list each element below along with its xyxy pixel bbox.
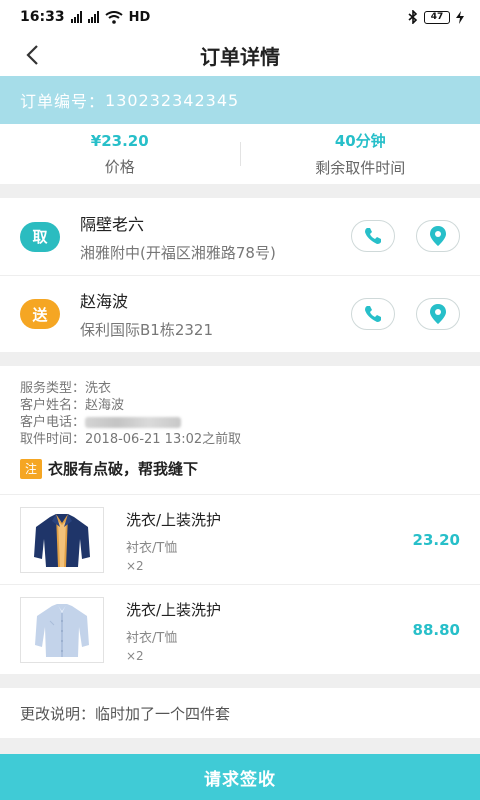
- customer-name: 客户姓名：赵海波: [20, 398, 125, 413]
- item-quantity: ×2: [126, 649, 144, 663]
- item-price: 23.20: [412, 531, 460, 549]
- order-number-label: 订单编号：: [20, 92, 106, 111]
- list-item: 洗衣/上装洗护 衬衣/T恤 ×2 88.80: [0, 584, 480, 674]
- customer-phone-row: 客户电话：: [20, 414, 460, 431]
- remaining-time-label: 剩余取件时间: [315, 159, 406, 177]
- customer-phone-label: 客户电话：: [20, 415, 86, 430]
- list-item: 洗衣/上装洗护 衬衣/T恤 ×2 23.20: [0, 494, 480, 584]
- order-details: 服务类型：洗衣 客户姓名：赵海波 客户电话： 取件时间：2018-06-21 1…: [0, 366, 480, 494]
- signal-icon: [87, 11, 99, 23]
- chevron-left-icon: [26, 45, 38, 65]
- order-stats: ¥23.20 价格 40分钟 剩余取件时间: [0, 124, 480, 184]
- pickup-badge: 取: [20, 221, 60, 252]
- note-text: 衣服有点破，帮我缝下: [48, 460, 199, 478]
- delivery-call-button[interactable]: [351, 298, 395, 330]
- customer-note: 注 衣服有点破，帮我缝下: [20, 458, 460, 479]
- pickup-call-button[interactable]: [351, 220, 395, 252]
- network-type: HD: [128, 9, 151, 25]
- service-type: 服务类型：洗衣: [20, 381, 112, 396]
- wifi-icon: [104, 10, 123, 24]
- status-time: 16:33: [20, 9, 65, 25]
- phone-icon: [365, 306, 381, 322]
- price-value: ¥23.20: [90, 131, 149, 150]
- item-name: 洗衣/上装洗护: [126, 601, 222, 619]
- back-button[interactable]: [18, 40, 46, 70]
- item-name: 洗衣/上装洗护: [126, 511, 222, 529]
- item-subtype: 衬衣/T恤: [126, 631, 178, 646]
- contacts-card: 取 隔壁老六 湘雅附中(开福区湘雅路78号) 送 赵海波 保利国际B1栋2321: [0, 198, 480, 352]
- shirt-image: [20, 597, 104, 663]
- pickup-time: 取件时间：2018-06-21 13:02之前取: [20, 432, 242, 447]
- delivery-contact: 送 赵海波 保利国际B1栋2321: [0, 275, 480, 352]
- change-note: 更改说明：临时加了一个四件套: [0, 688, 480, 738]
- pickup-name: 隔壁老六: [80, 214, 145, 234]
- pickup-contact: 取 隔壁老六 湘雅附中(开福区湘雅路78号): [0, 198, 480, 275]
- item-list: 洗衣/上装洗护 衬衣/T恤 ×2 23.20 洗衣/上装洗护 衬衣/T恤 ×2 …: [0, 494, 480, 674]
- phone-icon: [365, 228, 381, 244]
- delivery-badge: 送: [20, 299, 60, 329]
- item-price: 88.80: [412, 621, 460, 639]
- price-label: 价格: [104, 157, 135, 176]
- signal-icon: [70, 11, 82, 23]
- pickup-address: 湘雅附中(开福区湘雅路78号): [80, 243, 276, 262]
- order-number-bar: 订单编号： 130232342345: [0, 76, 480, 124]
- item-quantity: ×2: [126, 559, 144, 573]
- request-signoff-button[interactable]: 请求签收: [0, 754, 480, 800]
- charging-icon: [456, 10, 464, 24]
- remaining-time-value: 40分钟: [334, 132, 386, 150]
- battery-level: 47: [430, 12, 444, 22]
- delivery-name: 赵海波: [80, 292, 129, 311]
- location-pin-icon: [430, 226, 446, 246]
- nav-bar: 订单详情: [0, 34, 480, 76]
- location-pin-icon: [430, 304, 446, 324]
- delivery-address: 保利国际B1栋2321: [80, 321, 214, 339]
- customer-phone-redacted: [85, 417, 182, 428]
- delivery-location-button[interactable]: [416, 298, 460, 330]
- jacket-image: [20, 507, 104, 573]
- status-bar: 16:33 HD 47: [0, 0, 480, 34]
- order-number: 130232342345: [105, 90, 240, 110]
- bluetooth-icon: [408, 10, 418, 24]
- item-subtype: 衬衣/T恤: [126, 541, 178, 556]
- page-title: 订单详情: [200, 44, 280, 69]
- pickup-location-button[interactable]: [416, 220, 460, 252]
- note-tag: 注: [20, 458, 42, 479]
- battery-icon: 47: [424, 10, 450, 24]
